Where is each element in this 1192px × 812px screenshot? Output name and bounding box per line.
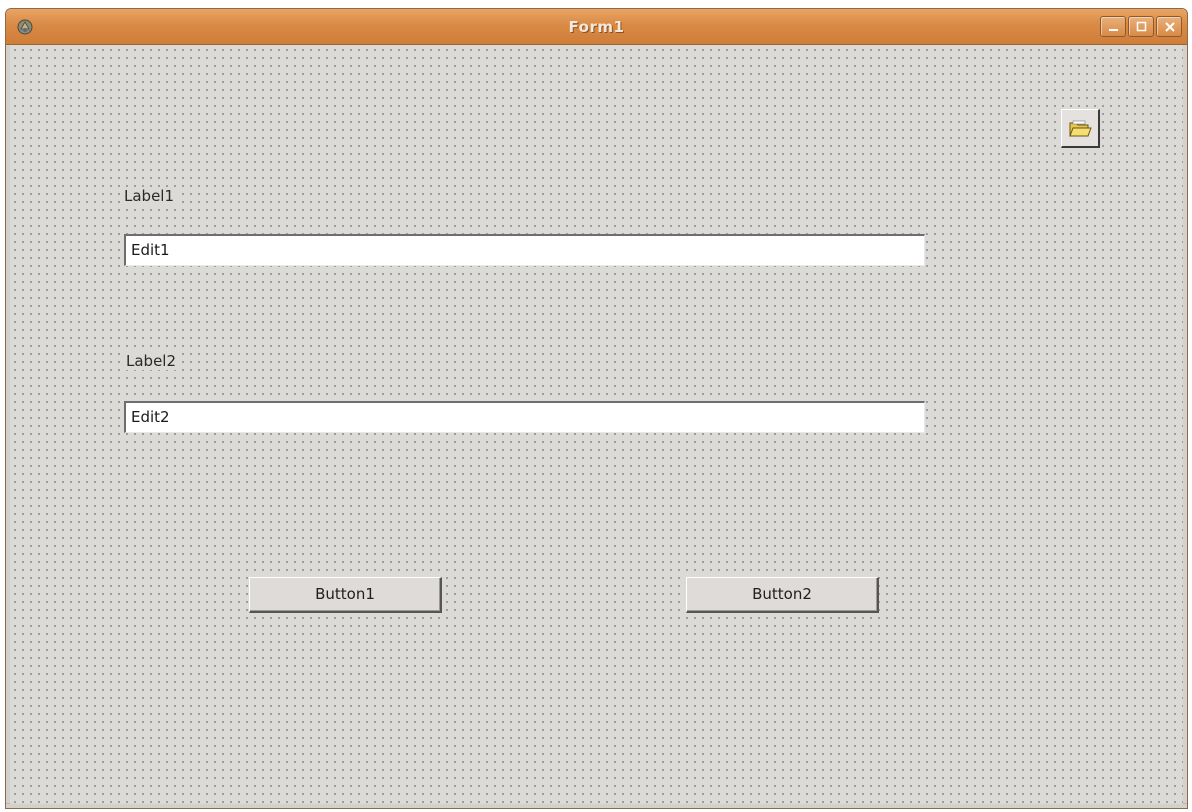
form-window: Form1 Label1 Edit1 Label2 Edit2 Button1 … — [5, 8, 1188, 809]
minimize-icon — [1109, 29, 1118, 31]
button1[interactable]: Button1 — [249, 577, 442, 613]
maximize-icon — [1136, 21, 1147, 32]
form-design-surface[interactable]: Label1 Edit1 Label2 Edit2 Button1 Button… — [10, 45, 1183, 804]
window-title: Form1 — [568, 18, 625, 36]
edit2-field[interactable]: Edit2 — [124, 401, 925, 433]
label2: Label2 — [124, 352, 179, 370]
edit1-field[interactable]: Edit1 — [124, 234, 925, 266]
button2[interactable]: Button2 — [686, 577, 879, 613]
maximize-button[interactable] — [1128, 16, 1154, 37]
close-button[interactable] — [1156, 16, 1182, 37]
title-bar[interactable]: Form1 — [6, 9, 1187, 45]
minimize-button[interactable] — [1100, 16, 1126, 37]
close-icon — [1165, 22, 1175, 32]
open-dialog-component[interactable] — [1061, 109, 1100, 148]
folder-open-icon — [1069, 120, 1092, 137]
label1: Label1 — [122, 187, 177, 205]
